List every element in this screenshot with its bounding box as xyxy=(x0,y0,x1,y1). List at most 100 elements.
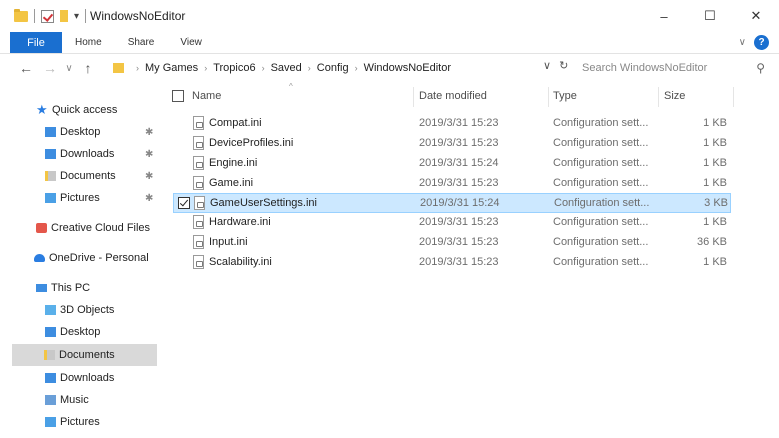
file-row-gameusersettings[interactable]: GameUserSettings.ini 2019/3/31 15:24 Con… xyxy=(173,193,731,213)
file-type: Configuration sett... xyxy=(553,137,649,149)
chevron-right-icon[interactable]: › xyxy=(262,63,265,73)
breadcrumb-config[interactable]: Config xyxy=(317,62,349,74)
ribbon-tabs: File Home Share View ∨ ? xyxy=(0,32,779,54)
breadcrumb-my-games[interactable]: My Games xyxy=(145,62,198,74)
address-bar[interactable]: › My Games › Tropico6 › Saved › Config ›… xyxy=(113,57,573,79)
nav-pc-3d-objects[interactable]: 3D Objects xyxy=(45,299,114,321)
nav-pc-pictures[interactable]: Pictures xyxy=(45,411,100,433)
file-name: Hardware.ini xyxy=(209,216,271,228)
nav-pc-desktop[interactable]: Desktop xyxy=(45,321,100,343)
column-divider[interactable] xyxy=(548,87,549,107)
tab-home[interactable]: Home xyxy=(62,32,115,53)
back-button[interactable]: ← xyxy=(14,60,38,76)
nav-creative-cloud[interactable]: Creative Cloud Files xyxy=(36,217,150,239)
ribbon-right: ∨ ? xyxy=(739,35,769,50)
file-row-compat[interactable]: Compat.ini 2019/3/31 15:23 Configuration… xyxy=(173,114,731,134)
nav-quick-downloads[interactable]: Downloads ✱ xyxy=(45,143,160,165)
pin-icon[interactable]: ✱ xyxy=(145,149,153,160)
close-button[interactable]: ✕ xyxy=(733,0,779,32)
nav-label: Documents xyxy=(60,170,116,182)
chevron-right-icon[interactable]: › xyxy=(355,63,358,73)
nav-label: 3D Objects xyxy=(60,304,115,316)
column-divider[interactable] xyxy=(658,87,659,107)
new-folder-icon[interactable] xyxy=(60,10,68,22)
breadcrumb-windowsnoeditor[interactable]: WindowsNoEditor xyxy=(364,62,451,74)
column-header-size[interactable]: Size xyxy=(664,90,685,102)
file-type: Configuration sett... xyxy=(553,157,649,169)
tab-view[interactable]: View xyxy=(167,32,215,53)
window-title: WindowsNoEditor xyxy=(90,9,186,23)
minimize-button[interactable]: – xyxy=(641,0,687,32)
nav-pc-documents[interactable]: Documents xyxy=(12,344,157,366)
nav-label: Documents xyxy=(59,349,115,361)
ini-file-icon xyxy=(193,176,204,190)
maximize-button[interactable]: ☐ xyxy=(687,0,733,32)
file-row-scalability[interactable]: Scalability.ini 2019/3/31 15:23 Configur… xyxy=(173,253,731,273)
file-date: 2019/3/31 15:24 xyxy=(420,197,500,209)
address-tools: ∨ ↻ xyxy=(543,59,568,72)
file-row-deviceprofiles[interactable]: DeviceProfiles.ini 2019/3/31 15:23 Confi… xyxy=(173,134,731,154)
file-row-input[interactable]: Input.ini 2019/3/31 15:23 Configuration … xyxy=(173,233,731,253)
file-name: Compat.ini xyxy=(209,117,262,129)
column-divider[interactable] xyxy=(733,87,734,107)
help-icon[interactable]: ? xyxy=(754,35,769,50)
nav-label: Creative Cloud Files xyxy=(51,222,151,234)
properties-icon[interactable] xyxy=(41,9,54,23)
chevron-right-icon[interactable]: › xyxy=(204,63,207,73)
column-header-type[interactable]: Type xyxy=(553,90,577,102)
nav-label: Desktop xyxy=(60,326,101,338)
row-checkbox[interactable] xyxy=(178,197,190,209)
pin-icon[interactable]: ✱ xyxy=(145,193,153,204)
breadcrumb-tropico6[interactable]: Tropico6 xyxy=(213,62,255,74)
downloads-icon xyxy=(45,149,56,159)
folder-icon[interactable] xyxy=(14,8,28,22)
address-row: ← → ∨ ↑ › My Games › Tropico6 › Saved › … xyxy=(0,55,779,81)
star-icon: ★ xyxy=(36,102,48,117)
tab-share[interactable]: Share xyxy=(115,32,168,53)
file-size: 1 KB xyxy=(703,117,727,129)
expand-ribbon-icon[interactable]: ∨ xyxy=(739,37,746,48)
downloads-icon xyxy=(45,373,56,383)
file-name: GameUserSettings.ini xyxy=(210,197,317,209)
pin-icon[interactable]: ✱ xyxy=(145,171,153,182)
up-button[interactable]: ↑ xyxy=(76,60,100,76)
recent-locations-icon[interactable]: ∨ xyxy=(62,63,76,74)
nav-label: Downloads xyxy=(60,372,115,384)
window-controls: – ☐ ✕ xyxy=(641,0,779,32)
file-type: Configuration sett... xyxy=(553,216,649,228)
nav-quick-documents[interactable]: Documents ✱ xyxy=(45,165,160,187)
column-divider[interactable] xyxy=(413,87,414,107)
file-type: Configuration sett... xyxy=(553,117,649,129)
select-all-checkbox[interactable] xyxy=(172,90,184,102)
nav-pc-downloads[interactable]: Downloads xyxy=(45,367,114,389)
nav-quick-access[interactable]: ★ Quick access xyxy=(36,99,117,121)
chevron-right-icon[interactable]: › xyxy=(136,63,139,73)
search-input[interactable]: Search WindowsNoEditor ⚲ xyxy=(576,57,771,79)
desktop-icon xyxy=(45,127,56,137)
nav-this-pc[interactable]: This PC xyxy=(36,277,90,299)
ini-file-icon xyxy=(193,136,204,150)
creative-cloud-icon xyxy=(36,223,47,233)
chevron-right-icon[interactable]: › xyxy=(308,63,311,73)
desktop-icon xyxy=(45,327,56,337)
address-dropdown-icon[interactable]: ∨ xyxy=(543,59,551,72)
breadcrumb-saved[interactable]: Saved xyxy=(271,62,302,74)
tab-file[interactable]: File xyxy=(10,32,62,53)
column-header-name[interactable]: Name xyxy=(192,90,221,102)
nav-onedrive[interactable]: OneDrive - Personal xyxy=(34,247,149,269)
nav-quick-desktop[interactable]: Desktop ✱ xyxy=(45,121,160,143)
file-row-hardware[interactable]: Hardware.ini 2019/3/31 15:23 Configurati… xyxy=(173,213,731,233)
documents-icon xyxy=(44,350,55,360)
ini-file-icon xyxy=(193,116,204,130)
refresh-icon[interactable]: ↻ xyxy=(559,59,568,72)
customize-toolbar-icon[interactable]: ▾ xyxy=(74,11,79,22)
file-row-game[interactable]: Game.ini 2019/3/31 15:23 Configuration s… xyxy=(173,174,731,194)
pin-icon[interactable]: ✱ xyxy=(145,127,153,138)
column-header-date[interactable]: Date modified xyxy=(419,90,487,102)
file-row-engine[interactable]: Engine.ini 2019/3/31 15:24 Configuration… xyxy=(173,154,731,174)
nav-quick-pictures[interactable]: Pictures ✱ xyxy=(45,187,160,209)
file-name: DeviceProfiles.ini xyxy=(209,137,294,149)
nav-pc-music[interactable]: Music xyxy=(45,389,89,411)
forward-button[interactable]: → xyxy=(38,60,62,76)
search-icon[interactable]: ⚲ xyxy=(756,61,765,75)
